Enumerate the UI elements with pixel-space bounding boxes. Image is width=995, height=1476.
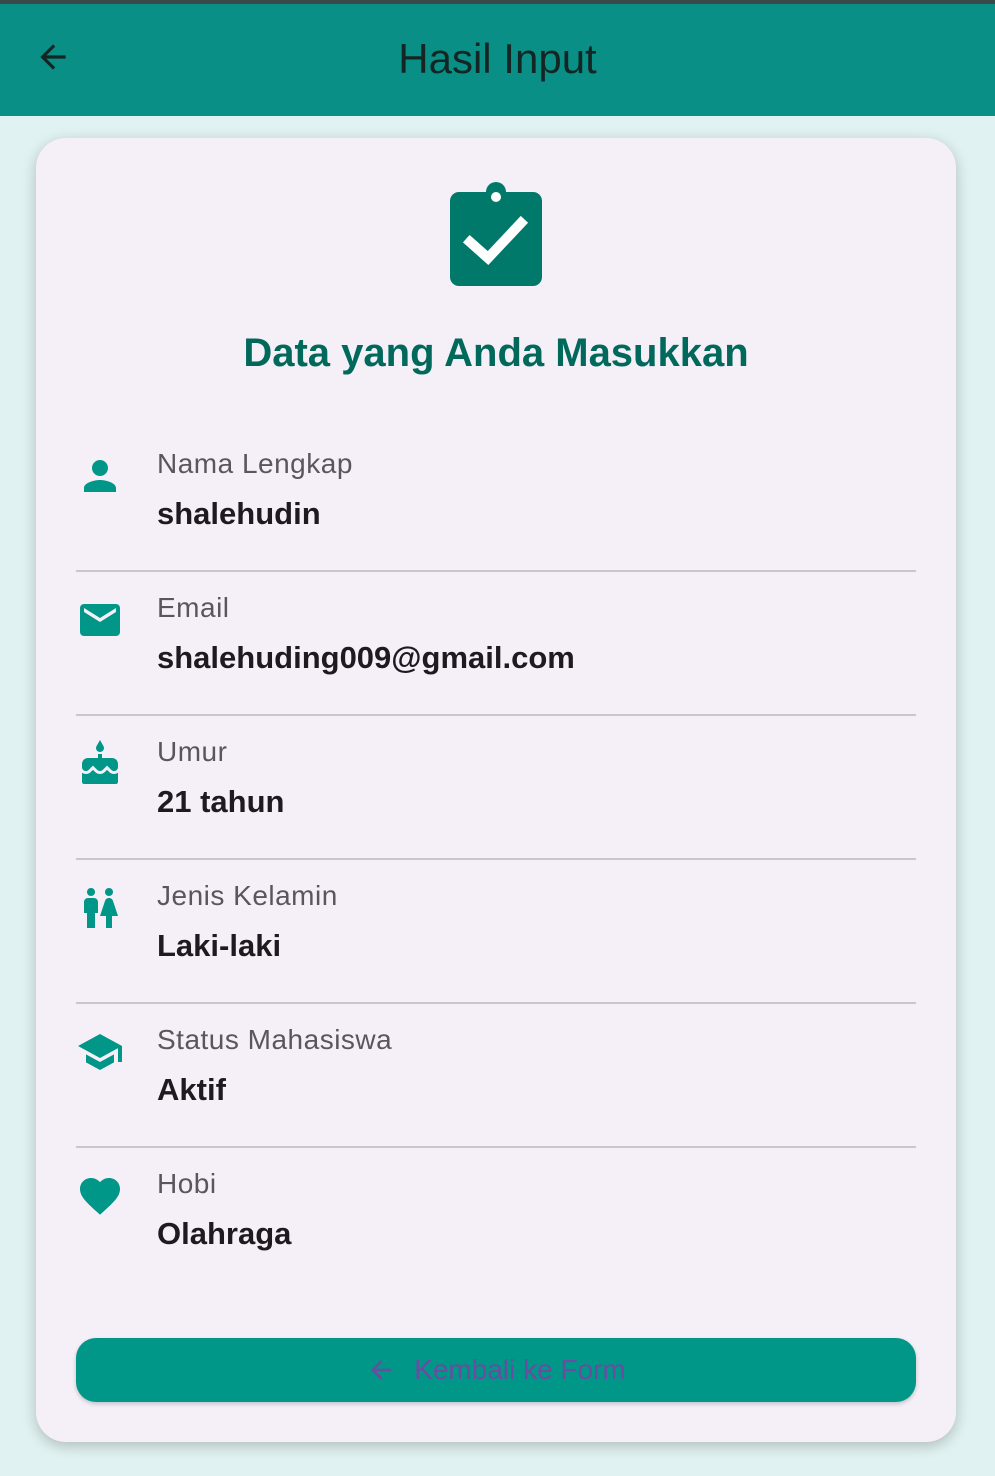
back-to-form-button[interactable]: Kembali ke Form — [76, 1338, 916, 1402]
field-value: Aktif — [157, 1072, 226, 1107]
email-icon — [80, 604, 120, 636]
card-heading: Data yang Anda Masukkan — [243, 331, 749, 375]
field-value: 21 tahun — [157, 784, 285, 819]
heart-icon — [80, 1178, 120, 1215]
field-row-nama: Nama Lengkap shalehudin — [76, 428, 916, 572]
back-button[interactable] — [22, 26, 84, 88]
button-label: Kembali ke Form — [414, 1354, 626, 1385]
field-label: Hobi — [157, 1168, 217, 1199]
field-row-hobi: Hobi Olahraga — [76, 1148, 916, 1292]
field-row-umur: Umur 21 tahun — [76, 716, 916, 860]
wc-icon — [84, 888, 118, 928]
field-value: Olahraga — [157, 1216, 292, 1251]
field-value: shalehudin — [157, 496, 321, 531]
field-row-status: Status Mahasiswa Aktif — [76, 1004, 916, 1148]
school-icon — [78, 1034, 122, 1070]
field-value: shalehuding009@gmail.com — [157, 640, 575, 675]
page-title: Hasil Input — [398, 35, 597, 82]
arrow-back-icon — [371, 1360, 392, 1380]
field-label: Status Mahasiswa — [157, 1024, 393, 1055]
result-card: Data yang Anda Masukkan Nama Lengkap sha… — [36, 138, 956, 1442]
clipboard-check-icon — [450, 182, 542, 286]
app-bar: Hasil Input — [0, 4, 995, 116]
field-label: Email — [157, 592, 230, 623]
field-label: Nama Lengkap — [157, 448, 353, 479]
field-row-jenis-kelamin: Jenis Kelamin Laki-laki — [76, 860, 916, 1004]
field-row-email: Email shalehuding009@gmail.com — [76, 572, 916, 716]
field-label: Umur — [157, 736, 228, 767]
person-icon — [84, 460, 116, 492]
cake-icon — [82, 740, 118, 784]
field-label: Jenis Kelamin — [157, 880, 338, 911]
field-value: Laki-laki — [157, 928, 282, 963]
arrow-back-icon — [40, 44, 66, 70]
